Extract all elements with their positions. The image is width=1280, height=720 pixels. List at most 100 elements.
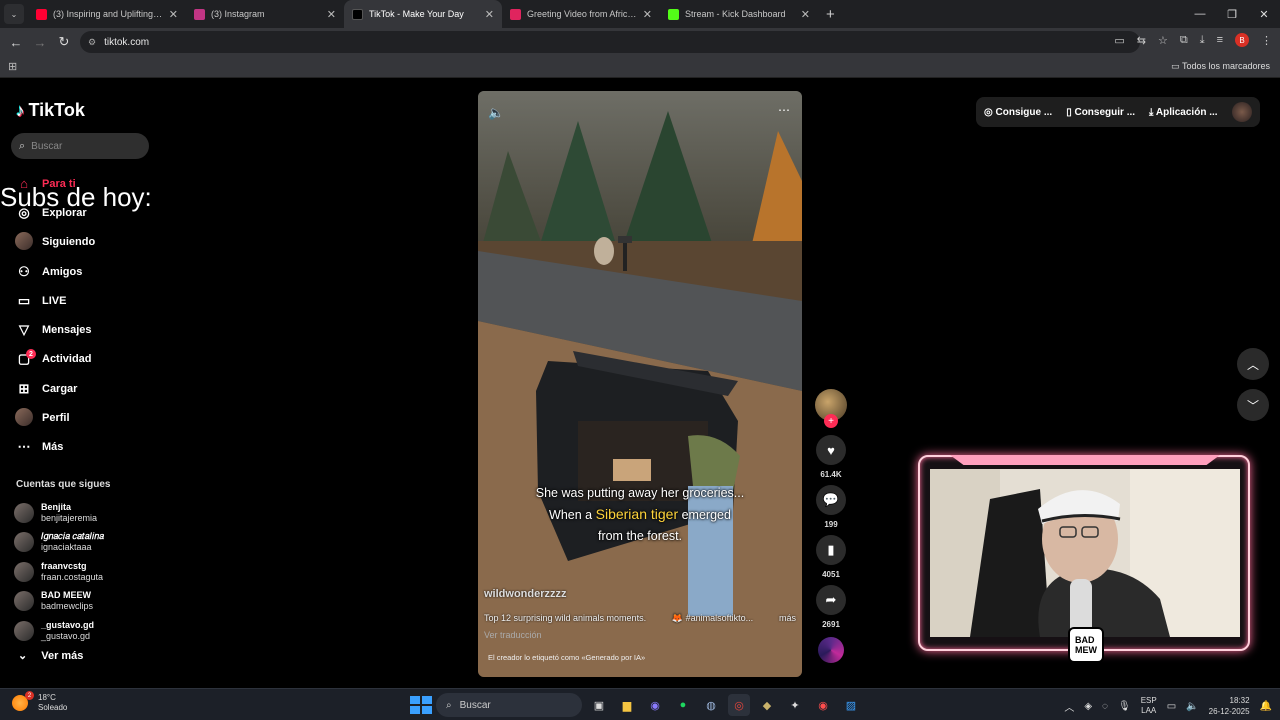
account-name: Benjita bbox=[41, 501, 72, 512]
caption-line-1: She was putting away her groceries... bbox=[535, 486, 745, 500]
task-view-icon[interactable]: ▣ bbox=[588, 694, 610, 716]
back-button[interactable]: ← bbox=[4, 35, 28, 50]
tray-app-icon[interactable]: ◈ bbox=[1084, 701, 1092, 712]
translate-icon[interactable]: ⇆ bbox=[1137, 34, 1146, 47]
following-account[interactable]: BAD MEEW badmewclips bbox=[14, 587, 154, 617]
app-icon-2[interactable]: ✦ bbox=[784, 694, 806, 716]
nav-item[interactable]: ▽ Mensajes bbox=[14, 315, 154, 344]
profile-icon bbox=[14, 407, 34, 429]
star-icon[interactable]: ☆ bbox=[1158, 34, 1168, 47]
nav-item[interactable]: ▭ LIVE bbox=[14, 286, 154, 315]
tab-close-icon[interactable]: ✕ bbox=[485, 8, 494, 21]
get-app-button[interactable]: ▯ Conseguir ... bbox=[1066, 107, 1135, 118]
video-options-icon[interactable]: ⋯ bbox=[778, 103, 790, 117]
tray-app-icon-2[interactable]: ◌ bbox=[1102, 701, 1108, 712]
notification-icon[interactable]: 🔔 bbox=[1260, 701, 1272, 712]
follow-plus-icon[interactable]: + bbox=[824, 414, 838, 428]
download-icon[interactable]: ⤓ bbox=[1200, 34, 1205, 47]
chevron-up-icon[interactable]: ︿ bbox=[1064, 699, 1074, 714]
video-player[interactable]: 🔈 ⋯ She was putting away her groceries..… bbox=[478, 91, 802, 677]
app-icon-3[interactable]: ▨ bbox=[840, 694, 862, 716]
account-handle: fraan.costaguta bbox=[41, 571, 104, 582]
more-link[interactable]: más bbox=[779, 613, 796, 624]
account-avatar bbox=[14, 561, 34, 582]
download-app-button[interactable]: ⤓ Aplicación ... bbox=[1149, 107, 1218, 118]
bookmark-icon[interactable]: ▮ bbox=[816, 535, 846, 565]
nav-item[interactable]: ⊞ Cargar bbox=[14, 374, 154, 403]
apps-grid-icon[interactable]: ⊞ bbox=[8, 60, 17, 73]
following-account[interactable]: Benjita benjitajeremia bbox=[14, 498, 154, 528]
hashtag-link[interactable]: 🦊 #animalsoftikto... bbox=[672, 613, 753, 624]
all-bookmarks-button[interactable]: ▭ Todos los marcadores bbox=[1171, 61, 1270, 72]
following-account[interactable]: _gustavo.gd _gustavo.gd bbox=[14, 616, 154, 646]
file-explorer-icon[interactable]: ▆ bbox=[616, 694, 638, 716]
previous-video-button[interactable]: ︿ bbox=[1237, 348, 1269, 380]
taskbar-search[interactable]: ⌕ Buscar bbox=[436, 693, 582, 717]
reload-button[interactable]: ↻ bbox=[52, 34, 76, 50]
volume-icon[interactable]: 🔈 bbox=[1186, 701, 1198, 712]
forward-button[interactable]: → bbox=[28, 35, 52, 50]
heart-icon[interactable]: ♥ bbox=[816, 435, 846, 465]
tab-close-icon[interactable]: ✕ bbox=[169, 8, 178, 21]
browser-tab[interactable]: Stream - Kick Dashboard ✕ bbox=[660, 0, 818, 28]
tab-search-button[interactable]: ⌄ bbox=[4, 4, 24, 24]
nav-item[interactable]: ⚇ Amigos bbox=[14, 257, 154, 286]
browser-menu-icon[interactable]: ⋮ bbox=[1261, 34, 1272, 47]
profile-avatar[interactable]: B bbox=[1235, 33, 1249, 47]
windows-start-icon[interactable] bbox=[408, 694, 432, 716]
nav-item[interactable]: Siguiendo bbox=[14, 228, 154, 257]
nav-item[interactable]: ▢ 2 Actividad bbox=[14, 345, 154, 374]
share-icon[interactable]: ➦ bbox=[816, 585, 846, 615]
network-icon[interactable]: ▭ bbox=[1167, 701, 1176, 712]
next-video-button[interactable]: ﹀ bbox=[1237, 389, 1269, 421]
caption-line-2: When a Siberian tiger emerged bbox=[478, 504, 802, 526]
search-input[interactable]: ⌕ Buscar bbox=[11, 133, 149, 159]
webcam-image bbox=[930, 469, 1240, 637]
media-icon[interactable]: ≡ bbox=[1217, 34, 1223, 46]
lang-line-1: ESP bbox=[1140, 696, 1157, 705]
steam-icon[interactable]: ◍ bbox=[700, 694, 722, 716]
new-tab-button[interactable]: + bbox=[826, 6, 835, 23]
creator-avatar[interactable]: + bbox=[815, 389, 847, 428]
tab-close-icon[interactable]: ✕ bbox=[643, 8, 652, 21]
browser-tab[interactable]: Greeting Video from Africa – de ✕ bbox=[502, 0, 660, 28]
nav-item[interactable]: Perfil bbox=[14, 403, 154, 432]
video-author[interactable]: wildwonderzzzz bbox=[484, 588, 567, 600]
taskbar-search-placeholder: Buscar bbox=[459, 699, 491, 711]
get-coins-button[interactable]: ◎ Consigue ... bbox=[984, 107, 1052, 118]
browser-tab[interactable]: (3) Instagram ✕ bbox=[186, 0, 344, 28]
weather-widget[interactable]: 2 18°C Soleado bbox=[12, 691, 67, 713]
following-account[interactable]: 𝐼𝑔𝑛𝑎𝑐𝑖𝑎 𝑐𝑎𝑡𝑎𝑙𝑖𝑛𝑎 ignaciaktaaa bbox=[14, 528, 154, 558]
extensions-icon[interactable]: ⧉ bbox=[1180, 34, 1188, 47]
nav-label: LIVE bbox=[42, 294, 67, 307]
app-icon-1[interactable]: ◆ bbox=[756, 694, 778, 716]
microphone-icon[interactable]: 🎙 bbox=[1118, 701, 1131, 712]
tiktok-logo[interactable]: ♪ TikTok bbox=[16, 100, 85, 121]
site-info-icon[interactable]: ⚙ bbox=[88, 37, 96, 48]
music-disc-icon[interactable] bbox=[818, 637, 844, 663]
minimize-button[interactable]: — bbox=[1184, 0, 1216, 28]
comment-icon[interactable]: 💬 bbox=[816, 485, 846, 515]
tab-close-icon[interactable]: ✕ bbox=[327, 8, 336, 21]
webcam-feed bbox=[930, 469, 1240, 637]
browser-tab[interactable]: (3) Inspiring and Uplifting Backg ✕ bbox=[28, 0, 186, 28]
translation-link[interactable]: Ver traducción bbox=[484, 630, 542, 640]
url-field[interactable]: ⚙ tiktok.com bbox=[80, 31, 1140, 53]
cast-icon[interactable]: ▭ bbox=[1114, 34, 1124, 47]
see-more-button[interactable]: ⌄ Ver más bbox=[18, 649, 83, 663]
following-account[interactable]: fraanvcstg fraan.costaguta bbox=[14, 557, 154, 587]
caption-highlight: Siberian tiger bbox=[595, 506, 679, 522]
nav-item[interactable]: ⋯ Más bbox=[14, 433, 154, 462]
obs-icon[interactable]: ◉ bbox=[812, 694, 834, 716]
language-indicator[interactable]: ESP LAA bbox=[1141, 696, 1157, 716]
volume-icon[interactable]: 🔈 bbox=[488, 105, 504, 121]
chrome-icon[interactable]: ◎ bbox=[728, 694, 750, 716]
restore-button[interactable]: ❐ bbox=[1216, 0, 1248, 28]
tab-close-icon[interactable]: ✕ bbox=[801, 8, 810, 21]
user-avatar[interactable] bbox=[1232, 102, 1252, 122]
close-window-button[interactable]: ✕ bbox=[1248, 0, 1280, 28]
clock[interactable]: 18:32 26-12-2025 bbox=[1209, 695, 1250, 717]
browser-tab[interactable]: TikTok - Make Your Day ✕ bbox=[344, 0, 502, 28]
discord-icon[interactable]: ◉ bbox=[644, 694, 666, 716]
spotify-icon[interactable]: ● bbox=[672, 694, 694, 716]
